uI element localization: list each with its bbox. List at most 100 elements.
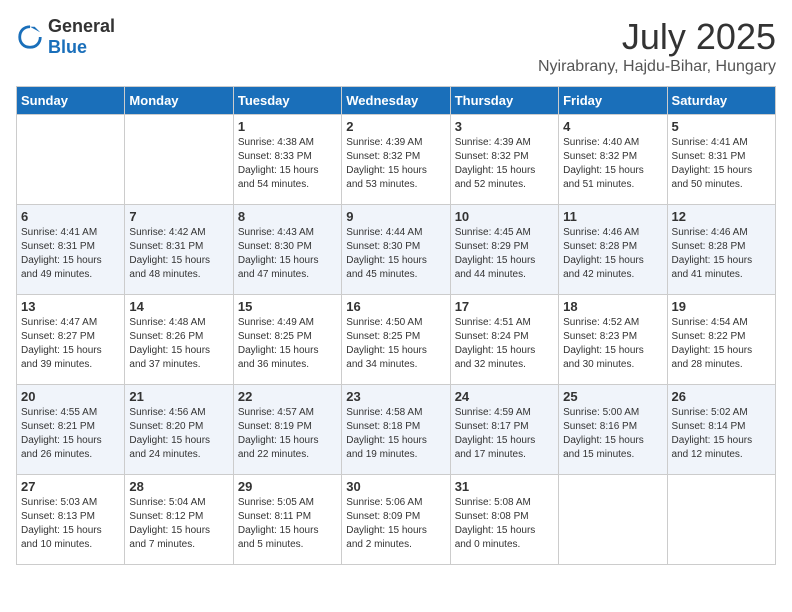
day-sun-info: Sunrise: 4:51 AMSunset: 8:24 PMDaylight:… [455,316,554,372]
day-number: 29 [238,479,337,494]
day-of-week-header: Monday [125,87,233,115]
month-year-title: July 2025 [538,16,776,58]
day-sun-info: Sunrise: 4:41 AMSunset: 8:31 PMDaylight:… [21,226,120,282]
logo: General Blue [16,16,115,58]
day-sun-info: Sunrise: 4:45 AMSunset: 8:29 PMDaylight:… [455,226,554,282]
calendar-day-cell: 21Sunrise: 4:56 AMSunset: 8:20 PMDayligh… [125,385,233,475]
day-sun-info: Sunrise: 4:54 AMSunset: 8:22 PMDaylight:… [672,316,771,372]
calendar-day-cell: 3 Sunrise: 4:39 AMSunset: 8:32 PMDaylight… [450,115,558,205]
day-sun-info: Sunrise: 4:47 AMSunset: 8:27 PMDaylight:… [21,316,120,372]
day-number: 14 [129,299,228,314]
day-sun-info: Sunrise: 4:38 AMSunset: 8:33 PMDaylight:… [238,136,337,192]
calendar-day-cell: 27Sunrise: 5:03 AMSunset: 8:13 PMDayligh… [17,475,125,565]
calendar-day-cell [17,115,125,205]
day-of-week-header: Thursday [450,87,558,115]
logo-blue-text: Blue [48,37,87,57]
day-sun-info: Sunrise: 4:52 AMSunset: 8:23 PMDaylight:… [563,316,662,372]
calendar-day-cell: 11Sunrise: 4:46 AMSunset: 8:28 PMDayligh… [559,205,667,295]
calendar-week-row: 20Sunrise: 4:55 AMSunset: 8:21 PMDayligh… [17,385,776,475]
calendar-day-cell: 14Sunrise: 4:48 AMSunset: 8:26 PMDayligh… [125,295,233,385]
calendar-day-cell: 26Sunrise: 5:02 AMSunset: 8:14 PMDayligh… [667,385,775,475]
day-number: 4 [563,119,662,134]
day-number: 31 [455,479,554,494]
calendar-day-cell: 19 Sunrise: 4:54 AMSunset: 8:22 PMDayligh… [667,295,775,385]
day-number: 6 [21,209,120,224]
calendar-day-cell: 22 Sunrise: 4:57 AMSunset: 8:19 PMDayligh… [233,385,341,475]
day-sun-info: Sunrise: 5:08 AMSunset: 8:08 PMDaylight:… [455,496,554,552]
day-number: 22 [238,389,337,404]
calendar-day-cell [559,475,667,565]
day-number: 13 [21,299,120,314]
day-sun-info: Sunrise: 4:41 AMSunset: 8:31 PMDaylight:… [672,136,771,192]
day-sun-info: Sunrise: 5:00 AMSunset: 8:16 PMDaylight:… [563,406,662,462]
day-of-week-header: Saturday [667,87,775,115]
day-sun-info: Sunrise: 4:40 AMSunset: 8:32 PMDaylight:… [563,136,662,192]
calendar-day-cell: 18 Sunrise: 4:52 AMSunset: 8:23 PMDayligh… [559,295,667,385]
calendar-day-cell: 17 Sunrise: 4:51 AMSunset: 8:24 PMDayligh… [450,295,558,385]
calendar-day-cell: 2 Sunrise: 4:39 AMSunset: 8:32 PMDaylight… [342,115,450,205]
day-sun-info: Sunrise: 4:50 AMSunset: 8:25 PMDaylight:… [346,316,445,372]
day-of-week-header: Wednesday [342,87,450,115]
day-number: 2 [346,119,445,134]
day-sun-info: Sunrise: 4:39 AMSunset: 8:32 PMDaylight:… [455,136,554,192]
day-number: 30 [346,479,445,494]
calendar-day-cell: 23Sunrise: 4:58 AMSunset: 8:18 PMDayligh… [342,385,450,475]
day-of-week-header: Tuesday [233,87,341,115]
calendar-day-cell: 9 Sunrise: 4:44 AMSunset: 8:30 PMDaylight… [342,205,450,295]
day-number: 1 [238,119,337,134]
day-number: 5 [672,119,771,134]
day-number: 12 [672,209,771,224]
day-number: 15 [238,299,337,314]
day-number: 3 [455,119,554,134]
calendar-day-cell: 15 Sunrise: 4:49 AMSunset: 8:25 PMDayligh… [233,295,341,385]
day-number: 19 [672,299,771,314]
day-sun-info: Sunrise: 5:05 AMSunset: 8:11 PMDaylight:… [238,496,337,552]
calendar-week-row: 13 Sunrise: 4:47 AMSunset: 8:27 PMDayligh… [17,295,776,385]
day-sun-info: Sunrise: 4:59 AMSunset: 8:17 PMDaylight:… [455,406,554,462]
day-number: 18 [563,299,662,314]
day-number: 10 [455,209,554,224]
calendar-day-cell: 16 Sunrise: 4:50 AMSunset: 8:25 PMDayligh… [342,295,450,385]
day-sun-info: Sunrise: 4:58 AMSunset: 8:18 PMDaylight:… [346,406,445,462]
calendar-day-cell: 4 Sunrise: 4:40 AMSunset: 8:32 PMDaylight… [559,115,667,205]
calendar-day-cell: 6 Sunrise: 4:41 AMSunset: 8:31 PMDaylight… [17,205,125,295]
day-sun-info: Sunrise: 4:56 AMSunset: 8:20 PMDaylight:… [129,406,228,462]
calendar-week-row: 6 Sunrise: 4:41 AMSunset: 8:31 PMDaylight… [17,205,776,295]
calendar-day-cell: 10 Sunrise: 4:45 AMSunset: 8:29 PMDayligh… [450,205,558,295]
day-sun-info: Sunrise: 5:04 AMSunset: 8:12 PMDaylight:… [129,496,228,552]
calendar-day-cell: 13 Sunrise: 4:47 AMSunset: 8:27 PMDayligh… [17,295,125,385]
day-number: 17 [455,299,554,314]
day-sun-info: Sunrise: 4:42 AMSunset: 8:31 PMDaylight:… [129,226,228,282]
day-number: 24 [455,389,554,404]
day-sun-info: Sunrise: 4:39 AMSunset: 8:32 PMDaylight:… [346,136,445,192]
calendar-day-cell: 12 Sunrise: 4:46 AMSunset: 8:28 PMDayligh… [667,205,775,295]
calendar-day-cell: 31 Sunrise: 5:08 AMSunset: 8:08 PMDayligh… [450,475,558,565]
day-sun-info: Sunrise: 4:57 AMSunset: 8:19 PMDaylight:… [238,406,337,462]
calendar-header-row: SundayMondayTuesdayWednesdayThursdayFrid… [17,87,776,115]
day-sun-info: Sunrise: 5:06 AMSunset: 8:09 PMDaylight:… [346,496,445,552]
calendar-day-cell: 30 Sunrise: 5:06 AMSunset: 8:09 PMDayligh… [342,475,450,565]
calendar-day-cell: 28 Sunrise: 5:04 AMSunset: 8:12 PMDayligh… [125,475,233,565]
logo-general-text: General [48,16,115,36]
day-sun-info: Sunrise: 4:55 AMSunset: 8:21 PMDaylight:… [21,406,120,462]
day-sun-info: Sunrise: 5:03 AMSunset: 8:13 PMDaylight:… [21,496,120,552]
calendar-week-row: 1 Sunrise: 4:38 AMSunset: 8:33 PMDaylight… [17,115,776,205]
day-number: 11 [563,209,662,224]
location-subtitle: Nyirabrany, Hajdu-Bihar, Hungary [538,58,776,76]
day-sun-info: Sunrise: 4:46 AMSunset: 8:28 PMDaylight:… [672,226,771,282]
day-of-week-header: Friday [559,87,667,115]
day-number: 26 [672,389,771,404]
day-number: 16 [346,299,445,314]
day-number: 9 [346,209,445,224]
calendar-day-cell: 25Sunrise: 5:00 AMSunset: 8:16 PMDayligh… [559,385,667,475]
calendar-day-cell: 20Sunrise: 4:55 AMSunset: 8:21 PMDayligh… [17,385,125,475]
day-sun-info: Sunrise: 4:43 AMSunset: 8:30 PMDaylight:… [238,226,337,282]
day-number: 28 [129,479,228,494]
day-sun-info: Sunrise: 4:44 AMSunset: 8:30 PMDaylight:… [346,226,445,282]
calendar-day-cell [667,475,775,565]
calendar-day-cell: 7Sunrise: 4:42 AMSunset: 8:31 PMDaylight… [125,205,233,295]
day-sun-info: Sunrise: 4:49 AMSunset: 8:25 PMDaylight:… [238,316,337,372]
calendar-day-cell: 1 Sunrise: 4:38 AMSunset: 8:33 PMDaylight… [233,115,341,205]
calendar-day-cell [125,115,233,205]
title-block: July 2025 Nyirabrany, Hajdu-Bihar, Hunga… [538,16,776,76]
